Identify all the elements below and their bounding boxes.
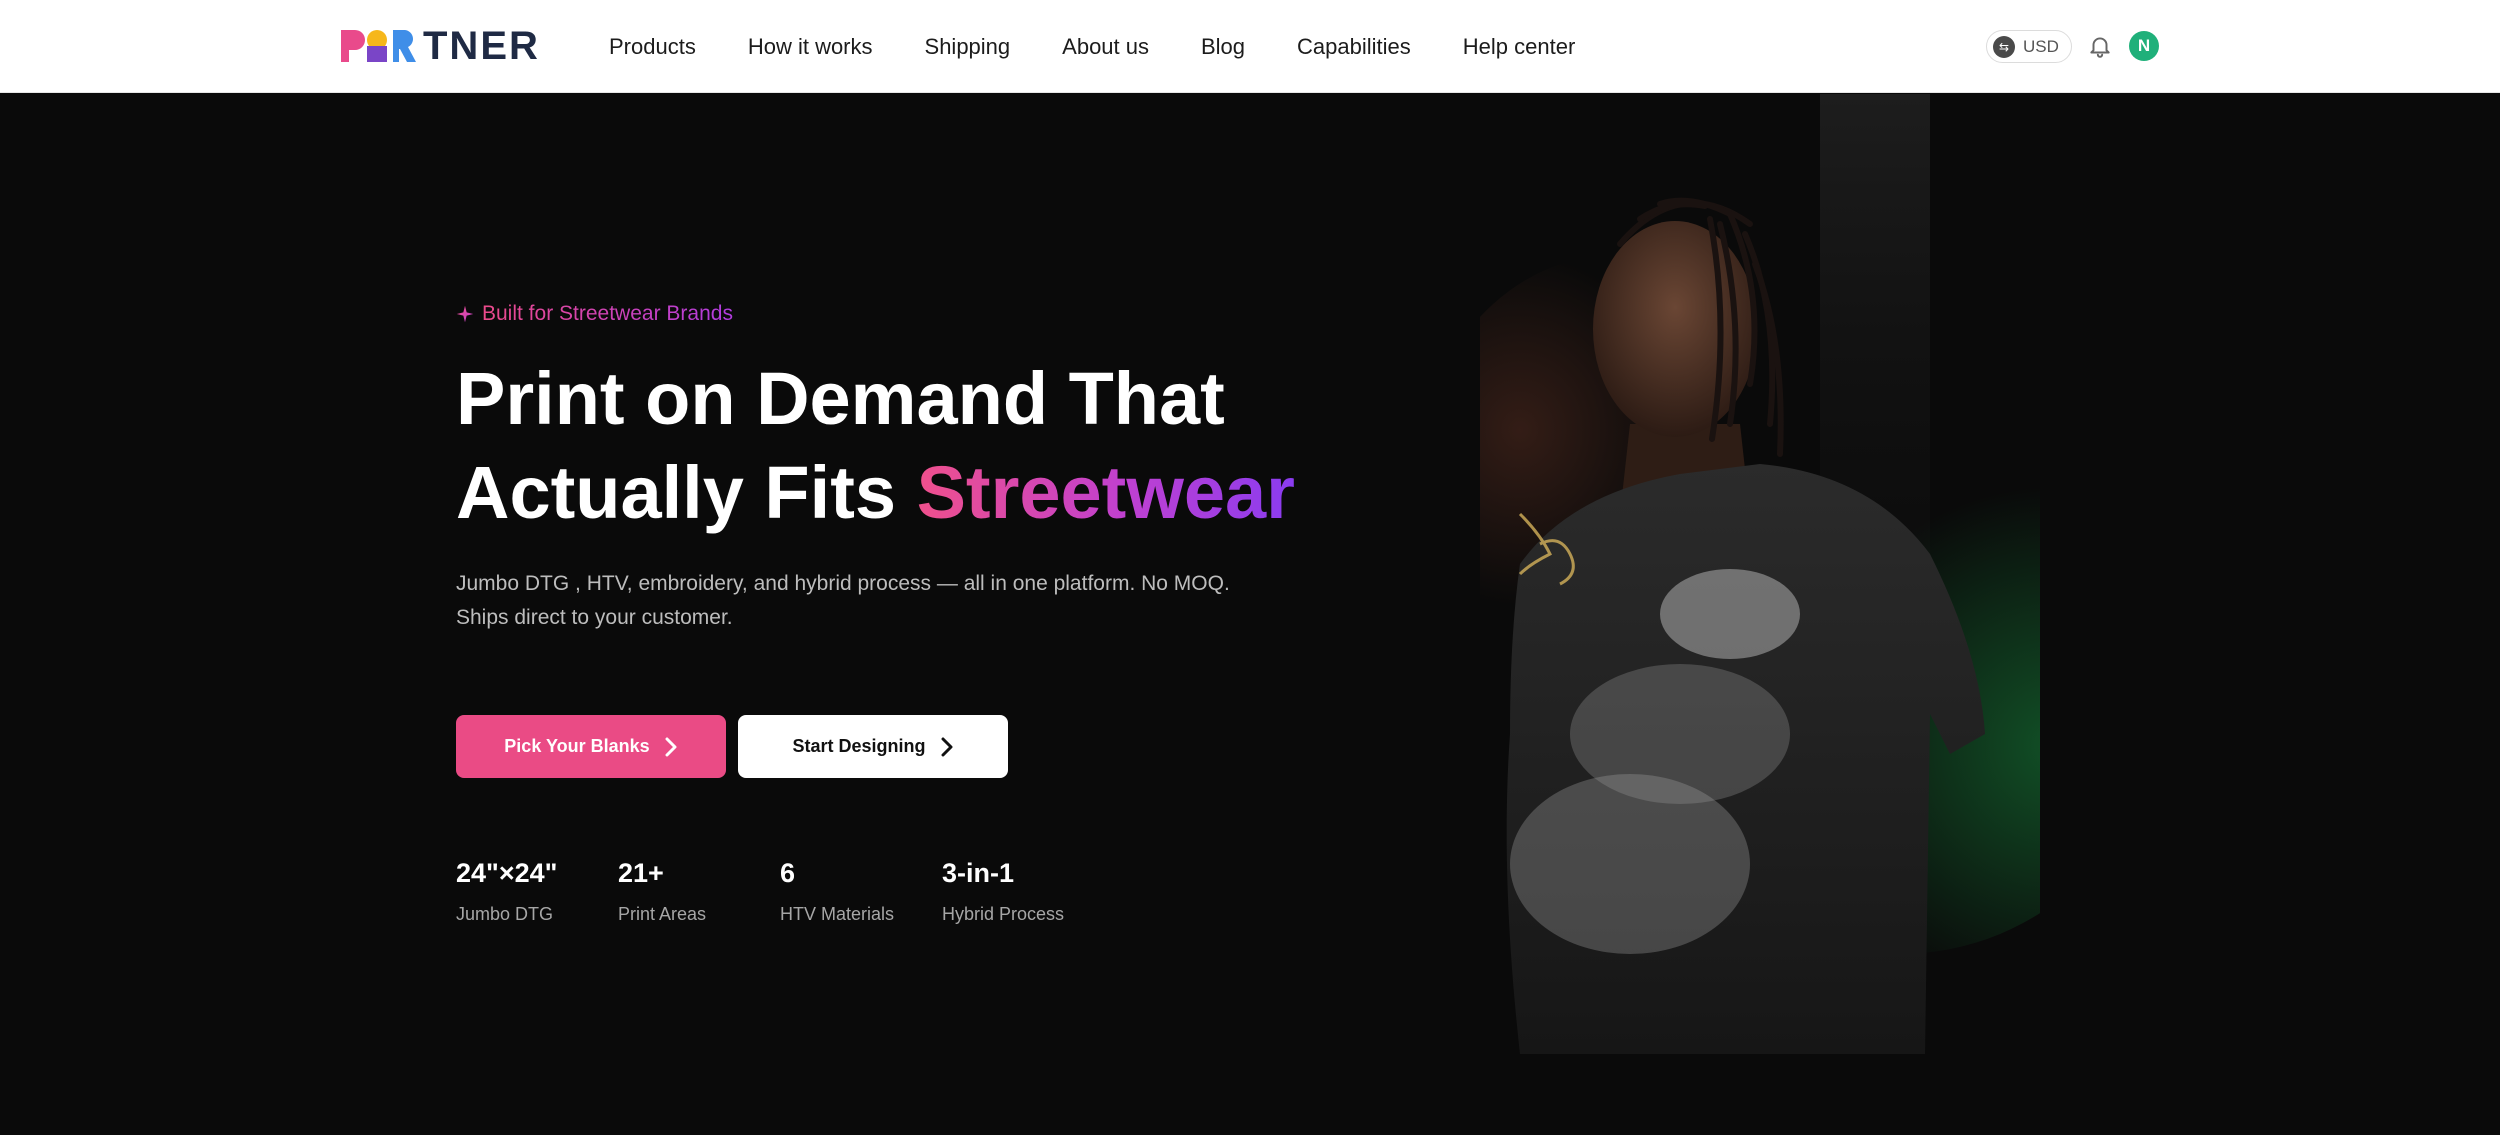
nav-help-center[interactable]: Help center (1463, 34, 1576, 60)
hero-section: Built for Streetwear Brands Print on Dem… (0, 94, 2500, 1135)
stat-print-areas: 21+ Print Areas (618, 856, 780, 925)
stat-value: 3-in-1 (942, 858, 1015, 888)
hero-model-image (1480, 94, 2040, 1135)
pick-your-blanks-label: Pick Your Blanks (504, 736, 650, 756)
main-nav: Products How it works Shipping About us … (609, 0, 1575, 93)
headline-line-2: Actually Fits (456, 451, 917, 534)
stat-label: Jumbo DTG (456, 904, 554, 924)
sparkle-icon (456, 305, 474, 323)
brand-logo[interactable]: TNER (339, 24, 540, 68)
hero-badge-text: Built for Streetwear Brands (482, 302, 733, 325)
nav-about-us[interactable]: About us (1062, 34, 1149, 60)
user-avatar[interactable]: N (2129, 31, 2159, 61)
nav-blog[interactable]: Blog (1201, 34, 1245, 60)
headline-line-1: Print on Demand That (456, 357, 1225, 440)
stat-value: 24"×24" (456, 858, 558, 888)
stat-htv-materials: 6 HTV Materials (780, 856, 942, 925)
stat-label: HTV Materials (780, 904, 895, 924)
stat-value: 6 (780, 858, 796, 888)
nav-capabilities[interactable]: Capabilities (1297, 34, 1411, 60)
nav-shipping[interactable]: Shipping (925, 34, 1011, 60)
stat-hybrid-process: 3-in-1 Hybrid Process (942, 856, 1104, 925)
top-navigation-bar: TNER Products How it works Shipping Abou… (0, 0, 2500, 93)
bell-icon (2090, 37, 2110, 58)
stat-label: Print Areas (618, 904, 707, 924)
nav-how-it-works[interactable]: How it works (748, 34, 873, 60)
pick-your-blanks-button[interactable]: Pick Your Blanks (456, 715, 726, 778)
logo-wordmark: TNER (423, 24, 540, 68)
chevron-right-icon (941, 737, 952, 756)
chevron-right-icon (665, 737, 677, 756)
currency-exchange-icon: ⇆ (1993, 35, 2015, 58)
hero-badge: Built for Streetwear Brands (456, 302, 733, 326)
hero-subtext-line-1: Jumbo DTG , HTV, embroidery, and hybrid … (456, 572, 1230, 595)
hero-subtext-line-2: Ships direct to your customer. (456, 606, 733, 629)
notifications-button[interactable] (2085, 31, 2115, 61)
hero-headline: Print on Demand That Actually Fits Stree… (456, 352, 1356, 540)
currency-label: USD (2023, 36, 2059, 56)
currency-selector[interactable]: ⇆ USD (1986, 30, 2072, 63)
stat-label: Hybrid Process (942, 904, 1065, 924)
nav-products[interactable]: Products (609, 34, 696, 60)
hero-stats: 24"×24" Jumbo DTG 21+ Print Areas 6 HTV … (456, 856, 1104, 925)
start-designing-button[interactable]: Start Designing (738, 715, 1008, 778)
stat-value: 21+ (618, 858, 664, 888)
headline-accent-word: Streetwear (916, 451, 1295, 534)
logo-mark-icon (339, 28, 417, 64)
start-designing-label: Start Designing (792, 736, 926, 756)
hero-subtext: Jumbo DTG , HTV, embroidery, and hybrid … (456, 567, 1256, 635)
stat-jumbo-dtg: 24"×24" Jumbo DTG (456, 856, 618, 925)
